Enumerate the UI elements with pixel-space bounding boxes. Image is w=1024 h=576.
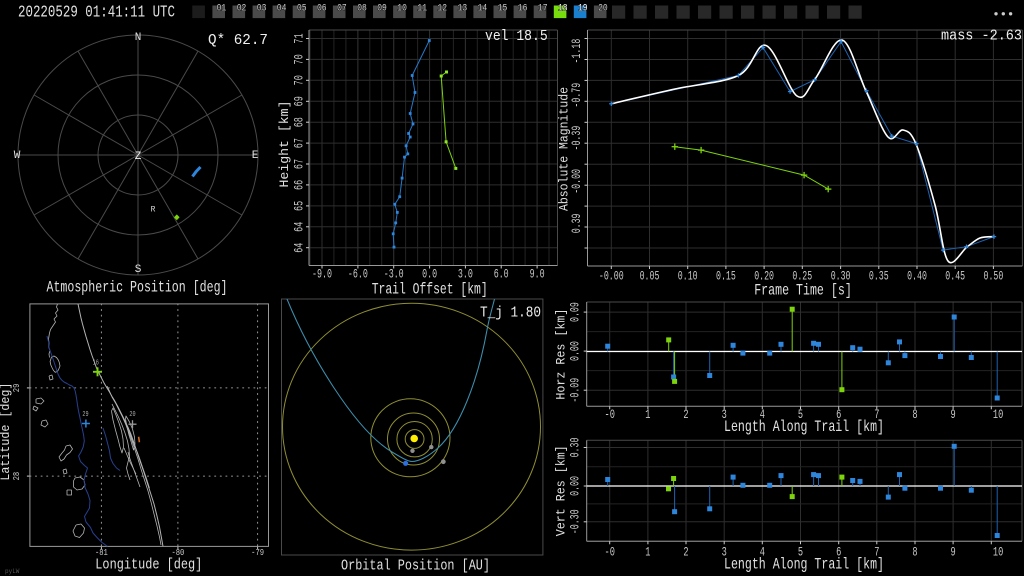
svg-text:W: W (14, 150, 21, 162)
svg-text:Vert Res [km]: Vert Res [km] (555, 445, 569, 536)
svg-text:1: 1 (645, 545, 650, 559)
svg-text:Atmospheric Position [deg]: Atmospheric Position [deg] (47, 279, 228, 297)
svg-text:S: S (135, 264, 142, 276)
svg-text:10: 10 (993, 545, 1003, 559)
svg-text:Latitude [deg]: Latitude [deg] (0, 383, 13, 481)
svg-text:70: 70 (293, 54, 307, 64)
svg-text:03: 03 (257, 2, 267, 14)
svg-text:70: 70 (293, 75, 307, 85)
svg-text:-79: -79 (251, 547, 264, 558)
svg-text:0.30: 0.30 (569, 438, 583, 458)
svg-text:-1.18: -1.18 (570, 39, 584, 64)
svg-text:-3.0: -3.0 (384, 268, 404, 282)
svg-text:8: 8 (912, 408, 917, 422)
svg-text:13: 13 (458, 2, 468, 14)
svg-text:Length Along Trail [km]: Length Along Trail [km] (724, 418, 884, 436)
svg-text:0.05: 0.05 (640, 270, 660, 284)
svg-text:10: 10 (397, 2, 407, 14)
svg-text:19: 19 (578, 2, 588, 14)
svg-text:2: 2 (683, 545, 688, 559)
svg-text:0.00: 0.00 (569, 341, 583, 361)
svg-text:-0.39: -0.39 (570, 126, 584, 151)
svg-text:04: 04 (277, 2, 287, 14)
svg-text:Horz Res [km]: Horz Res [km] (555, 309, 569, 400)
svg-text:Z: Z (135, 151, 142, 163)
svg-text:0.09: 0.09 (569, 302, 583, 322)
svg-text:2: 2 (683, 408, 688, 422)
svg-text:16: 16 (518, 2, 528, 14)
svg-text:0.45: 0.45 (945, 270, 965, 284)
svg-text:12: 12 (438, 2, 448, 14)
svg-text:68: 68 (293, 117, 307, 127)
svg-text:N: N (135, 32, 142, 44)
svg-text:0.40: 0.40 (907, 270, 927, 284)
svg-text:11: 11 (417, 2, 427, 14)
svg-text:-6.0: -6.0 (348, 268, 368, 282)
svg-text:67: 67 (293, 138, 307, 148)
svg-text:10: 10 (993, 408, 1003, 422)
svg-text:0.35: 0.35 (869, 270, 889, 284)
svg-text:69: 69 (293, 96, 307, 106)
svg-text:3.0: 3.0 (458, 268, 473, 282)
svg-text:71: 71 (293, 33, 307, 43)
svg-text:-0.79: -0.79 (570, 83, 584, 108)
svg-text:T_j 1.80: T_j 1.80 (480, 305, 541, 322)
svg-text:16: 16 (93, 359, 100, 367)
svg-text:9: 9 (951, 545, 956, 559)
svg-text:06: 06 (317, 2, 327, 14)
svg-text:6.0: 6.0 (494, 268, 509, 282)
svg-text:-0.09: -0.09 (569, 378, 583, 403)
svg-text:-0.30: -0.30 (569, 509, 583, 534)
svg-text:Orbital Position [AU]: Orbital Position [AU] (341, 558, 490, 575)
svg-text:R: R (151, 206, 156, 215)
svg-text:64: 64 (293, 222, 307, 232)
svg-text:-9.0: -9.0 (312, 268, 332, 282)
svg-text:18: 18 (558, 2, 568, 14)
svg-text:0.00: 0.00 (569, 476, 583, 496)
svg-text:29: 29 (82, 411, 88, 419)
svg-text:0.15: 0.15 (716, 270, 736, 284)
svg-text:0.10: 0.10 (678, 270, 698, 284)
svg-text:65: 65 (293, 201, 307, 211)
svg-text:vel 18.5: vel 18.5 (485, 28, 548, 45)
svg-text:0.0: 0.0 (422, 268, 437, 282)
svg-text:E: E (252, 150, 259, 162)
svg-text:Absolute Magnitude: Absolute Magnitude (557, 87, 572, 211)
svg-text:17: 17 (538, 2, 548, 14)
svg-text:67: 67 (293, 159, 307, 169)
svg-text:-0: -0 (605, 408, 615, 422)
svg-text:Trail Offset [km]: Trail Offset [km] (372, 281, 488, 299)
svg-text:Height [km]: Height [km] (278, 101, 292, 188)
svg-text:Frame Time [s]: Frame Time [s] (754, 282, 852, 300)
svg-text:-0.00: -0.00 (599, 270, 624, 284)
svg-text:9: 9 (951, 408, 956, 422)
svg-text:20: 20 (129, 411, 136, 419)
svg-text:-0: -0 (605, 545, 615, 559)
svg-text:-0.00: -0.00 (570, 169, 584, 194)
svg-text:20220529 01:41:11 UTC: 20220529 01:41:11 UTC (18, 3, 175, 22)
svg-text:05: 05 (297, 2, 307, 14)
svg-text:1: 1 (645, 408, 650, 422)
svg-text:Q* 62.7: Q* 62.7 (208, 32, 268, 49)
svg-text:07: 07 (337, 2, 347, 14)
svg-text:64: 64 (293, 243, 307, 253)
svg-text:15: 15 (498, 2, 508, 14)
svg-text:9.0: 9.0 (530, 268, 545, 282)
svg-text:pyLW: pyLW (5, 568, 20, 575)
svg-text:0.39: 0.39 (570, 214, 584, 234)
svg-text:09: 09 (377, 2, 387, 14)
svg-text:20: 20 (598, 2, 608, 14)
svg-text:01: 01 (217, 2, 227, 14)
svg-text:14: 14 (478, 2, 488, 14)
svg-text:02: 02 (237, 2, 247, 14)
svg-text:66: 66 (293, 180, 307, 190)
svg-text:Longitude [deg]: Longitude [deg] (95, 557, 202, 574)
svg-text:mass -2.63: mass -2.63 (941, 28, 1022, 45)
svg-text:0.50: 0.50 (984, 270, 1004, 284)
svg-text:8: 8 (912, 545, 917, 559)
svg-text:Length Along Trail [km]: Length Along Trail [km] (724, 555, 884, 573)
svg-text:08: 08 (357, 2, 367, 14)
